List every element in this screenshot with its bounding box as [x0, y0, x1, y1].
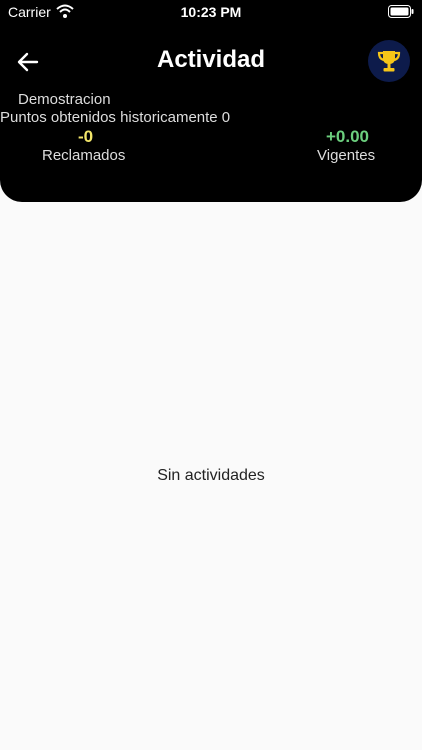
- current-points-label: Vigentes: [317, 147, 376, 164]
- battery-icon: [388, 5, 414, 18]
- header-panel: Carrier 10:23 PM Actividad Demostracion …: [0, 0, 422, 202]
- page-title: Actividad: [156, 46, 266, 73]
- claimed-points-label: Reclamados: [42, 147, 126, 164]
- claimed-points-value: -0: [78, 127, 94, 146]
- status-bar: Carrier 10:23 PM: [0, 0, 422, 24]
- user-name: Demostracion: [18, 91, 111, 108]
- trophy-icon: [377, 51, 401, 72]
- empty-activity-message: Sin actividades: [157, 467, 265, 484]
- status-time: 10:23 PM: [180, 4, 242, 20]
- historic-points: Puntos obtenidos historicamente 0: [0, 109, 231, 126]
- trophy-button[interactable]: [368, 40, 410, 82]
- current-points-value: +0.00: [326, 127, 370, 146]
